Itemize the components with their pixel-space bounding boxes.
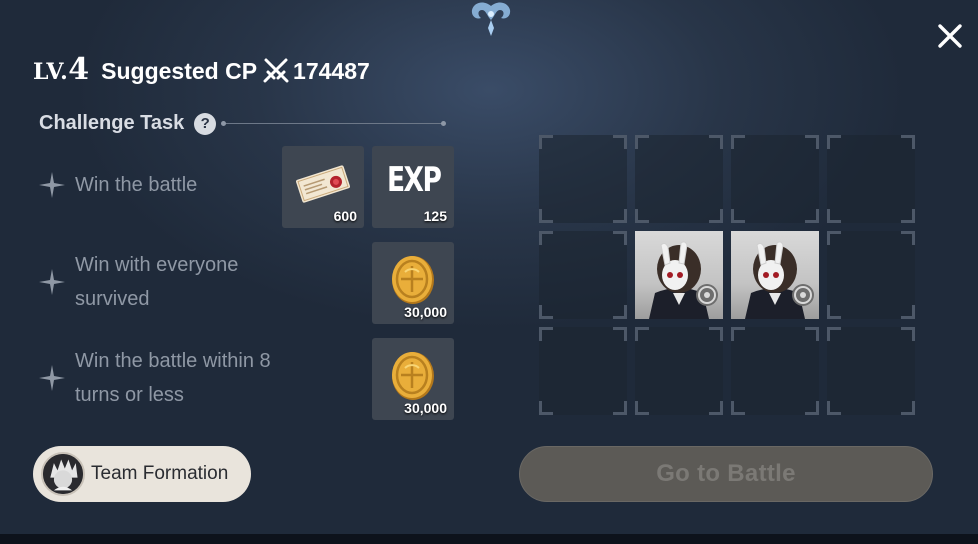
task-2-text-line-1: Win with everyone [75, 254, 239, 276]
task-3-text-line-1: Win the battle within 8 [75, 350, 271, 372]
formation-slot[interactable] [827, 135, 915, 223]
task-row-1: Win the battle [38, 168, 197, 202]
task-2-text: Win with everyone survived [75, 248, 238, 316]
go-to-battle-label: Go to Battle [656, 460, 796, 487]
reward-quantity: 30,000 [404, 304, 447, 320]
formation-slot[interactable] [827, 327, 915, 415]
team-formation-button[interactable]: Team Formation [33, 446, 251, 502]
exp-icon: EXP [387, 160, 442, 200]
formation-slot[interactable] [539, 231, 627, 319]
star-icon [39, 172, 65, 198]
reward-quantity: 125 [423, 208, 447, 224]
formation-slot[interactable] [635, 327, 723, 415]
level-number: 4 [68, 52, 90, 87]
reward-gold-coin[interactable]: 30,000 [372, 242, 454, 324]
formation-slot[interactable] [539, 327, 627, 415]
reward-ticket[interactable]: 600 [282, 146, 364, 228]
task-3-text-line-2: turns or less [75, 384, 184, 406]
level-prefix: LV. [33, 59, 69, 85]
reward-quantity: 30,000 [404, 400, 447, 416]
star-icon [39, 365, 65, 391]
crest-icon [471, 2, 511, 36]
reward-quantity: 600 [333, 208, 357, 224]
task-3-text: Win the battle within 8 turns or less [75, 344, 271, 412]
formation-slot-occupied[interactable] [635, 231, 723, 319]
team-formation-label: Team Formation [91, 463, 229, 484]
close-button[interactable] [932, 18, 968, 54]
task-row-3: Win the battle within 8 turns or less [38, 344, 271, 412]
character-portrait [649, 241, 718, 319]
task-2-text-line-2: survived [75, 288, 150, 310]
formation-slot[interactable] [635, 135, 723, 223]
stage-dialog-screen: LV. 4 Suggested CP 174487 Challenge Task… [0, 0, 978, 544]
challenge-task-heading: Challenge Task ? [39, 112, 447, 135]
stage-header: LV. 4 Suggested CP 174487 [33, 52, 370, 88]
task-1-text-line: Win the battle [75, 174, 198, 196]
reward-gold-coin[interactable]: 30,000 [372, 338, 454, 420]
formation-slot[interactable] [731, 327, 819, 415]
suggested-cp-value: 174487 [293, 58, 370, 84]
formation-slot[interactable] [827, 231, 915, 319]
close-icon [938, 24, 962, 48]
formation-slot-occupied[interactable] [731, 231, 819, 319]
go-to-battle-button[interactable]: Go to Battle [519, 446, 933, 502]
star-icon [39, 269, 65, 295]
suggested-cp-label: Suggested CP [101, 58, 258, 84]
challenge-task-title: Challenge Task [39, 112, 185, 134]
crossed-swords-icon [263, 58, 289, 83]
task-row-2: Win with everyone survived [38, 248, 238, 316]
formation-slot[interactable] [731, 135, 819, 223]
character-portrait [745, 241, 814, 319]
reward-exp[interactable]: EXP 125 [372, 146, 454, 228]
help-icon[interactable]: ? [194, 112, 217, 135]
heading-divider [221, 121, 447, 126]
task-1-text: Win the battle [75, 168, 197, 202]
formation-slot[interactable] [539, 135, 627, 223]
bottom-strip [0, 534, 978, 544]
team-avatar-icon [41, 452, 85, 496]
